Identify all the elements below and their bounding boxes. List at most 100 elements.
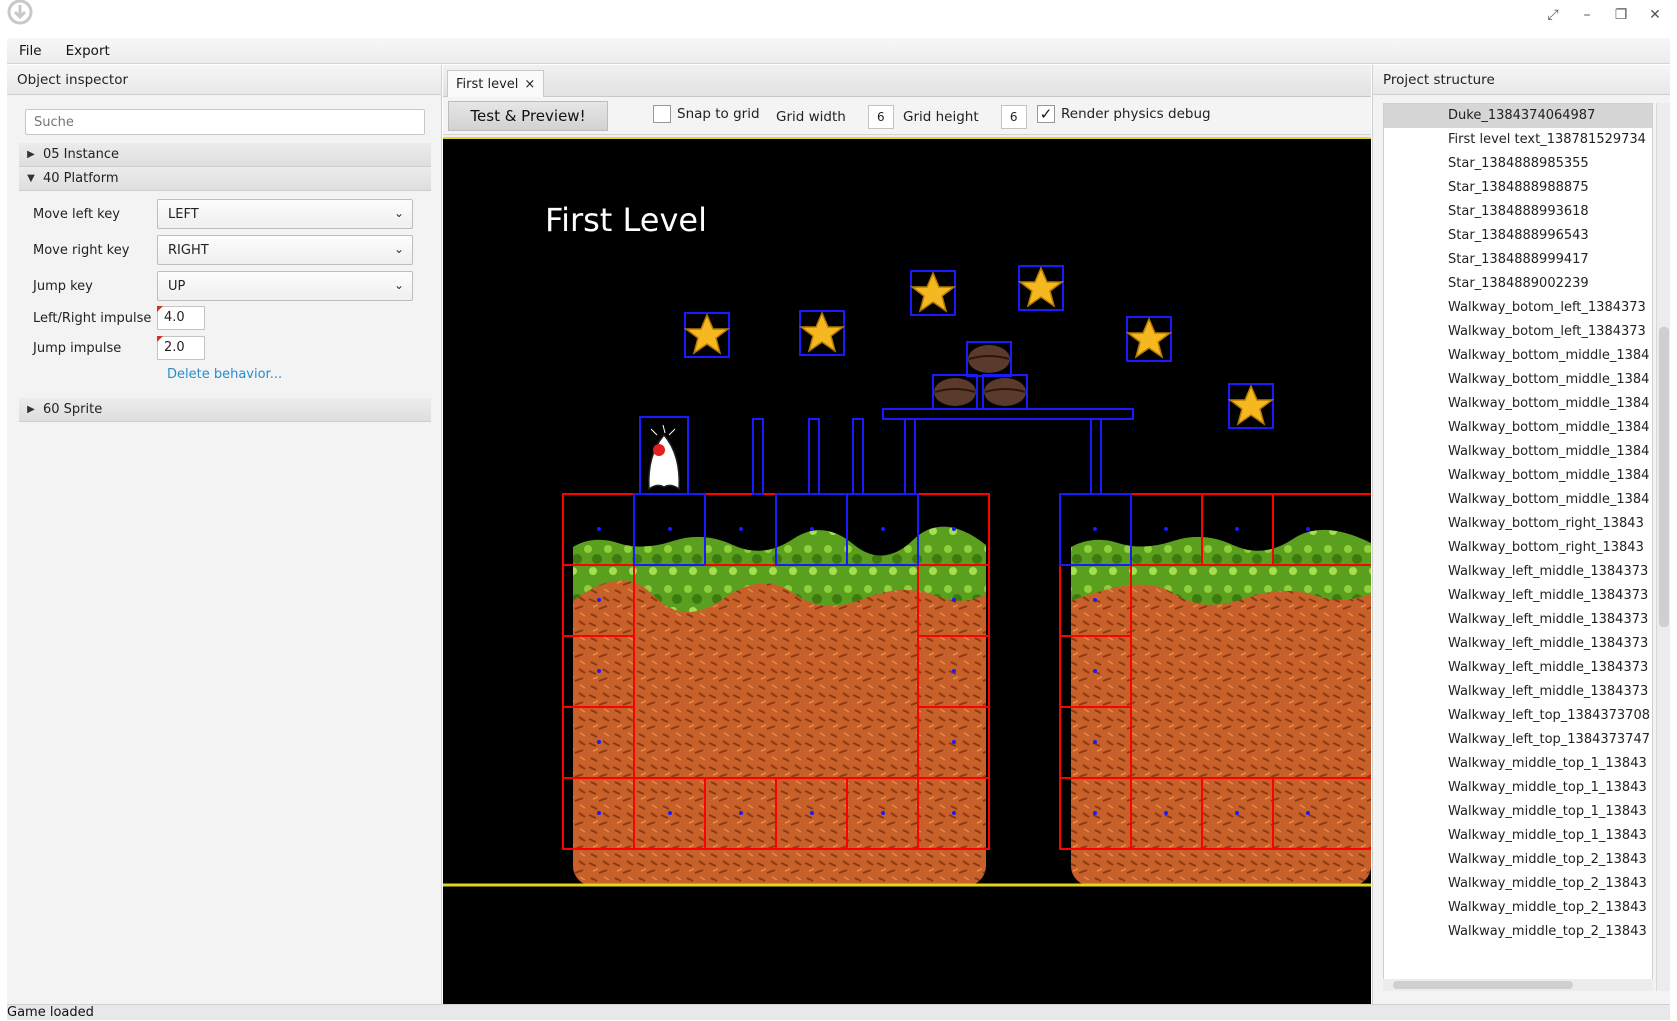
level-title-text[interactable]: First Level bbox=[545, 201, 707, 239]
level-editor: First level × Test & Preview! Snap to gr… bbox=[443, 65, 1371, 1004]
tree-item[interactable]: Walkway_middle_top_1_13843 bbox=[1384, 800, 1652, 824]
move-left-select[interactable]: LEFT ⌄ bbox=[157, 199, 413, 229]
tree-item[interactable]: Walkway_left_middle_1384373 bbox=[1384, 680, 1652, 704]
tab-close-icon[interactable]: × bbox=[524, 77, 535, 92]
section-platform-label: 40 Platform bbox=[43, 171, 119, 186]
tree-item[interactable]: Walkway_middle_top_2_13843 bbox=[1384, 848, 1652, 872]
jump-impulse-input[interactable]: 2.0 bbox=[157, 336, 205, 360]
jump-key-label: Jump key bbox=[33, 278, 93, 294]
window-controls: ⤢ – ❐ ✕ bbox=[1543, 4, 1665, 26]
section-instance[interactable]: ▶ 05 Instance bbox=[19, 143, 431, 167]
render-physics-debug: ✓ Render physics debug bbox=[1037, 105, 1211, 123]
render-physics-checkbox[interactable]: ✓ bbox=[1037, 105, 1055, 123]
tree-item[interactable]: Walkway_middle_top_1_13843 bbox=[1384, 776, 1652, 800]
coffee-beans[interactable] bbox=[932, 341, 1028, 410]
tree-item[interactable]: Walkway_botom_left_1384373 bbox=[1384, 296, 1652, 320]
jump-impulse-label: Jump impulse bbox=[33, 340, 122, 356]
tree-item[interactable]: Walkway_left_middle_1384373 bbox=[1384, 656, 1652, 680]
grid-width-label: Grid width bbox=[776, 109, 846, 125]
tree-item[interactable]: Walkway_bottom_middle_1384 bbox=[1384, 440, 1652, 464]
tree-horizontal-scrollbar[interactable] bbox=[1383, 979, 1653, 991]
grid-height-label: Grid height bbox=[903, 109, 979, 125]
fullscreen-icon[interactable]: ⤢ bbox=[1543, 4, 1563, 26]
tree-item[interactable]: Walkway_botom_left_1384373 bbox=[1384, 320, 1652, 344]
move-right-select[interactable]: RIGHT ⌄ bbox=[157, 235, 413, 265]
menu-export[interactable]: Export bbox=[54, 38, 122, 64]
move-right-row: Move right key RIGHT ⌄ bbox=[33, 235, 413, 265]
lr-impulse-input[interactable]: 4.0 bbox=[157, 306, 205, 330]
project-structure-title: Project structure bbox=[1373, 65, 1670, 95]
section-platform[interactable]: ▼ 40 Platform bbox=[19, 167, 431, 191]
expand-arrow-icon: ▶ bbox=[27, 149, 35, 160]
tree-item[interactable]: Star_1384889002239 bbox=[1384, 272, 1652, 296]
tree-item[interactable]: Walkway_left_top_1384373747 bbox=[1384, 728, 1652, 752]
close-icon[interactable]: ✕ bbox=[1645, 4, 1665, 26]
app-logo-icon bbox=[7, 0, 33, 25]
tab-first-level[interactable]: First level × bbox=[447, 70, 545, 97]
tree-item[interactable]: Walkway_left_middle_1384373 bbox=[1384, 608, 1652, 632]
tree-item[interactable]: Walkway_bottom_middle_1384 bbox=[1384, 392, 1652, 416]
tree-item[interactable]: Walkway_middle_top_2_13843 bbox=[1384, 920, 1652, 944]
test-preview-button[interactable]: Test & Preview! bbox=[448, 101, 608, 131]
physics-pillars bbox=[752, 408, 1134, 495]
restore-icon[interactable]: ❐ bbox=[1611, 4, 1631, 26]
chevron-down-icon: ⌄ bbox=[393, 206, 404, 220]
tab-first-level-label: First level bbox=[456, 76, 519, 92]
tree-item[interactable]: Star_1384888996543 bbox=[1384, 224, 1652, 248]
app-window: ⤢ – ❐ ✕ File Export Object inspector ▶ 0… bbox=[0, 0, 1677, 1020]
scene-svg bbox=[443, 265, 1371, 887]
tree-item[interactable]: Walkway_bottom_middle_1384 bbox=[1384, 464, 1652, 488]
tree-item[interactable]: First level text_138781529734 bbox=[1384, 128, 1652, 152]
tree-item[interactable]: Walkway_bottom_right_13843 bbox=[1384, 512, 1652, 536]
chevron-down-icon: ⌄ bbox=[393, 242, 404, 256]
tree-item[interactable]: Walkway_left_middle_1384373 bbox=[1384, 560, 1652, 584]
tree-item[interactable]: Walkway_middle_top_1_13843 bbox=[1384, 752, 1652, 776]
tree-item[interactable]: Walkway_middle_top_2_13843 bbox=[1384, 872, 1652, 896]
collapse-arrow-icon: ▼ bbox=[27, 173, 35, 184]
jump-key-select[interactable]: UP ⌄ bbox=[157, 271, 413, 301]
project-structure-panel: Project structure Duke_1384374064987 Firs… bbox=[1372, 65, 1670, 1004]
scroll-thumb[interactable] bbox=[1393, 981, 1573, 989]
tree-item[interactable]: Star_1384888988875 bbox=[1384, 176, 1652, 200]
grid-height: Grid height 6 bbox=[903, 105, 1027, 129]
tree-item[interactable]: Walkway_left_middle_1384373 bbox=[1384, 584, 1652, 608]
tree-item[interactable]: Walkway_middle_top_2_13843 bbox=[1384, 896, 1652, 920]
tree-item[interactable]: Star_1384888999417 bbox=[1384, 248, 1652, 272]
scroll-thumb[interactable] bbox=[1659, 327, 1669, 627]
tree-item[interactable]: Duke_1384374064987 bbox=[1384, 104, 1652, 128]
grid-width-input[interactable]: 6 bbox=[867, 105, 894, 129]
object-inspector-panel: Object inspector ▶ 05 Instance ▼ 40 Plat… bbox=[7, 65, 442, 1004]
snap-to-grid-checkbox[interactable] bbox=[653, 105, 671, 123]
delete-behavior-link[interactable]: Delete behavior... bbox=[167, 367, 282, 382]
tree-vertical-scrollbar[interactable] bbox=[1656, 103, 1670, 991]
move-right-value: RIGHT bbox=[168, 242, 209, 258]
section-instance-label: 05 Instance bbox=[43, 147, 119, 162]
duke-character[interactable] bbox=[639, 416, 689, 495]
jump-impulse-row: Jump impulse 2.0 bbox=[33, 336, 205, 360]
minimize-icon[interactable]: – bbox=[1577, 4, 1597, 26]
project-tree: Duke_1384374064987 First level text_13878… bbox=[1383, 103, 1653, 991]
title-bar: ⤢ – ❐ ✕ bbox=[0, 0, 1677, 36]
tree-item[interactable]: Walkway_bottom_middle_1384 bbox=[1384, 368, 1652, 392]
render-physics-label: Render physics debug bbox=[1061, 106, 1211, 122]
move-right-label: Move right key bbox=[33, 242, 130, 258]
chevron-down-icon: ⌄ bbox=[393, 278, 404, 292]
tree-item[interactable]: Walkway_left_middle_1384373 bbox=[1384, 632, 1652, 656]
menu-bar: File Export bbox=[7, 38, 1670, 64]
menu-file[interactable]: File bbox=[7, 38, 54, 64]
tree-item[interactable]: Walkway_bottom_middle_1384 bbox=[1384, 488, 1652, 512]
game-canvas[interactable]: First Level bbox=[443, 137, 1371, 1004]
snap-to-grid: Snap to grid bbox=[653, 105, 760, 123]
grid-height-input[interactable]: 6 bbox=[1000, 105, 1027, 129]
tree-item[interactable]: Walkway_left_top_1384373708 bbox=[1384, 704, 1652, 728]
section-sprite[interactable]: ▶ 60 Sprite bbox=[19, 398, 431, 422]
object-inspector-title: Object inspector bbox=[7, 65, 441, 95]
tree-item[interactable]: Walkway_middle_top_1_13843 bbox=[1384, 824, 1652, 848]
tree-item[interactable]: Walkway_bottom_middle_1384 bbox=[1384, 344, 1652, 368]
search-input[interactable] bbox=[25, 109, 425, 135]
tree-item[interactable]: Star_1384888985355 bbox=[1384, 152, 1652, 176]
move-left-label: Move left key bbox=[33, 206, 120, 222]
tree-item[interactable]: Walkway_bottom_right_13843 bbox=[1384, 536, 1652, 560]
tree-item[interactable]: Walkway_bottom_middle_1384 bbox=[1384, 416, 1652, 440]
tree-item[interactable]: Star_1384888993618 bbox=[1384, 200, 1652, 224]
